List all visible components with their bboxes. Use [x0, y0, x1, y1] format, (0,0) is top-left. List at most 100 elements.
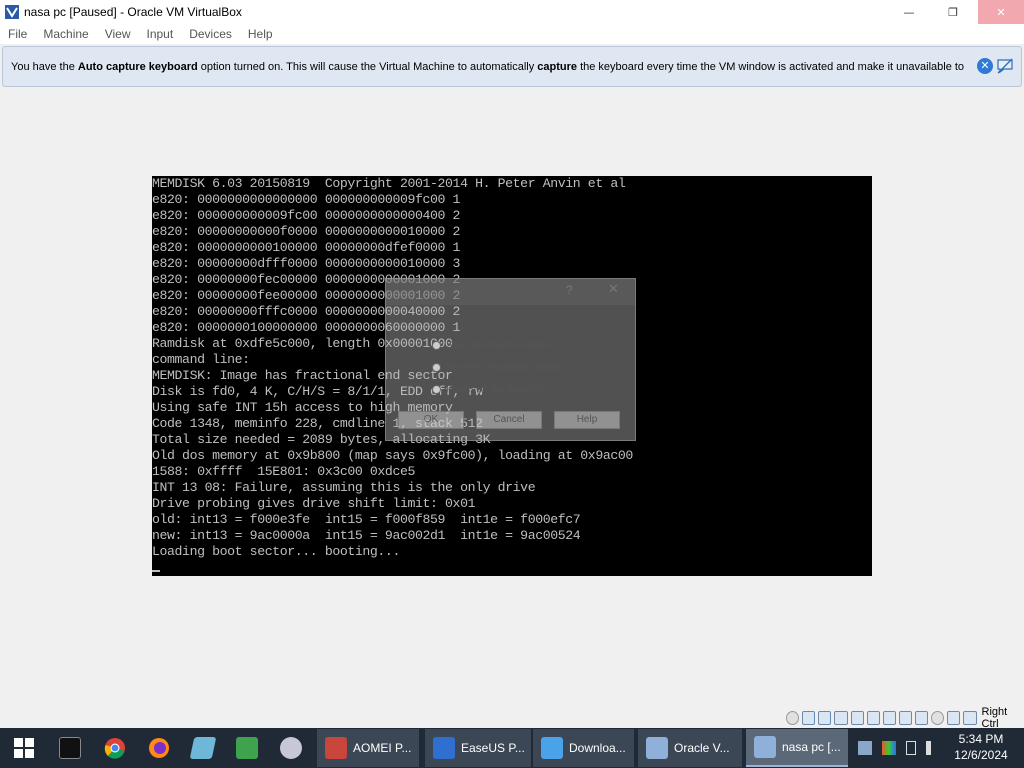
menu-help[interactable]: Help — [248, 27, 273, 41]
console-line: old: int13 = f000e3fe int15 = f000f859 i… — [152, 512, 581, 527]
menu-input[interactable]: Input — [147, 27, 174, 41]
clock-date: 12/6/2024 — [954, 748, 1008, 762]
console-line: e820: 0000000000000000 000000000009fc00 … — [152, 192, 461, 207]
virtualbox-cube-icon — [646, 737, 668, 759]
title-bar: nasa pc [Paused] - Oracle VM VirtualBox — [0, 0, 1024, 24]
menu-bar: File Machine View Input Devices Help — [0, 24, 1024, 44]
taskbar-app-6[interactable] — [269, 728, 313, 768]
ghost-radio-shutdown — [432, 363, 441, 372]
battery-tray-icon[interactable] — [906, 741, 916, 755]
text-cursor — [152, 570, 160, 572]
network-tray-icon[interactable] — [858, 741, 872, 755]
start-button[interactable] — [0, 728, 48, 768]
taskbar-app-4[interactable] — [181, 728, 225, 768]
virtualbox-icon — [5, 5, 19, 19]
ghost-option-poweroff: Power off the machine — [446, 384, 546, 395]
task-label: AOMEI P... — [353, 741, 412, 755]
tool-app-icon — [280, 737, 302, 759]
clock-time: 5:34 PM — [958, 732, 1004, 746]
mouse-integration-icon[interactable] — [931, 711, 945, 725]
keyboard-capture-icon[interactable] — [947, 711, 961, 725]
volume-muted-icon[interactable] — [926, 741, 938, 755]
taskbar-firefox[interactable] — [137, 728, 181, 768]
taskbar-app-5[interactable] — [225, 728, 269, 768]
task-aomei[interactable]: AOMEI P... — [317, 729, 419, 767]
ghost-help-icon: ? — [566, 283, 573, 297]
shared-folders-icon[interactable] — [866, 711, 880, 725]
ghost-help-button: Help — [554, 411, 620, 429]
task-oracle-vm[interactable]: Oracle V... — [638, 729, 742, 767]
host-key-icon[interactable] — [963, 711, 977, 725]
ghost-cancel-button: Cancel — [476, 411, 542, 429]
ghost-close-icon: ✕ — [608, 282, 619, 297]
notice-text-3: the keyboard every time the VM window is… — [577, 60, 965, 73]
ghost-radio-save — [432, 341, 441, 350]
task-downloads[interactable]: Downloa... — [533, 729, 634, 767]
notes-icon — [189, 737, 217, 759]
minimize-button[interactable]: — — [886, 0, 932, 24]
window-title: nasa pc [Paused] - Oracle VM VirtualBox — [24, 5, 242, 19]
notice-do-not-show-icon[interactable] — [996, 57, 1014, 75]
ghost-option-save: Save the machine state — [446, 340, 551, 351]
taskbar-terminal[interactable] — [48, 728, 92, 768]
notice-text-2: option turned on. This will cause the Vi… — [197, 60, 538, 73]
aomei-icon — [325, 737, 347, 759]
windows-logo-icon — [14, 738, 34, 758]
virtualization-icon[interactable] — [915, 711, 929, 725]
download-arrow-icon — [541, 737, 563, 759]
virtualbox-vm-icon — [754, 736, 776, 758]
task-label: EaseUS P... — [461, 741, 525, 755]
close-button[interactable]: ✕ — [978, 0, 1024, 24]
console-line: e820: 00000000000f0000 0000000000010000 … — [152, 224, 461, 239]
console-line: Loading boot sector... booting... — [152, 544, 400, 559]
task-easeus[interactable]: EaseUS P... — [425, 729, 531, 767]
console-line: e820: 0000000000100000 00000000dfef0000 … — [152, 240, 461, 255]
notice-close-icon[interactable]: ✕ — [977, 58, 993, 74]
usb-icon[interactable] — [850, 711, 864, 725]
task-label: Oracle V... — [674, 741, 730, 755]
console-line: Old dos memory at 0x9b800 (map says 0x9f… — [152, 448, 633, 463]
ghost-ok-button: OK — [398, 411, 464, 429]
vm-display[interactable]: MEMDISK 6.03 20150819 Copyright 2001-201… — [152, 176, 872, 576]
host-key-label: Right Ctrl — [981, 706, 1008, 730]
keyboard-capture-notice: You have the Auto capture keyboard optio… — [2, 46, 1022, 87]
console-line: e820: 00000000dfff0000 0000000000010000 … — [152, 256, 461, 271]
optical-drive-icon[interactable] — [786, 711, 800, 725]
taskbar: AOMEI P... EaseUS P... Downloa... Oracle… — [0, 728, 1024, 768]
notice-text-1: You have the — [11, 60, 78, 73]
easeus-icon — [433, 737, 455, 759]
ghost-dialog-titlebar: ? ✕ — [386, 279, 635, 305]
task-label: Downloa... — [569, 741, 626, 755]
menu-file[interactable]: File — [8, 27, 27, 41]
console-line: INT 13 08: Failure, assuming this is the… — [152, 480, 536, 495]
terminal-icon — [59, 737, 81, 759]
display-icon[interactable] — [882, 711, 896, 725]
menu-machine[interactable]: Machine — [43, 27, 88, 41]
clock[interactable]: 5:34 PM 12/6/2024 — [948, 731, 1014, 763]
task-nasa-pc[interactable]: nasa pc [... — [746, 729, 848, 767]
vm-status-bar: Right Ctrl — [786, 706, 1024, 730]
taskbar-chrome[interactable] — [93, 728, 137, 768]
color-app-tray-icon[interactable] — [882, 741, 896, 755]
hard-disk-icon[interactable] — [802, 711, 816, 725]
console-line: 1588: 0xffff 15E801: 0x3c00 0xdce5 — [152, 464, 415, 479]
menu-view[interactable]: View — [105, 27, 131, 41]
audio-icon[interactable] — [818, 711, 832, 725]
menu-devices[interactable]: Devices — [189, 27, 232, 41]
console-line: Drive probing gives drive shift limit: 0… — [152, 496, 476, 511]
network-icon[interactable] — [834, 711, 848, 725]
notice-bold-1: Auto capture keyboard — [77, 60, 198, 73]
chart-app-icon — [236, 737, 258, 759]
notice-text: You have the Auto capture keyboard optio… — [11, 61, 964, 73]
console-line: new: int13 = 9ac0000a int15 = 9ac002d1 i… — [152, 528, 581, 543]
notice-bold-2: capture — [537, 60, 578, 73]
system-tray — [858, 728, 948, 768]
task-label: nasa pc [... — [782, 740, 841, 754]
ghost-radio-poweroff — [432, 385, 441, 394]
console-line: e820: 000000000009fc00 0000000000000400 … — [152, 208, 461, 223]
firefox-icon — [149, 738, 169, 758]
ghost-option-shutdown: Send the shutdown signal — [446, 362, 561, 373]
recording-icon[interactable] — [898, 711, 912, 725]
console-line: MEMDISK 6.03 20150819 Copyright 2001-201… — [152, 176, 626, 191]
maximize-button[interactable]: ❐ — [930, 0, 976, 24]
